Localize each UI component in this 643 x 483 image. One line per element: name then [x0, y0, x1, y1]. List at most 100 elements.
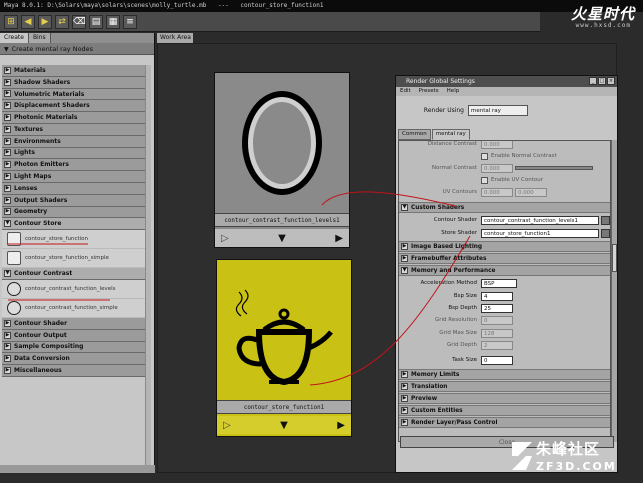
grid-depth-row: Grid Depth 2	[399, 339, 610, 351]
bsp-depth-field[interactable]: 25	[481, 303, 513, 313]
expand-down-icon[interactable]: ▼	[278, 233, 286, 244]
category-contour-shader[interactable]: ▶ Contour Shader	[2, 317, 150, 330]
map-button-icon[interactable]	[601, 215, 610, 225]
output-right-icon[interactable]: ▶	[335, 233, 343, 244]
enable-uv-contour-checkbox[interactable]	[481, 176, 488, 184]
store-shader-field[interactable]: contour_store_function1	[481, 228, 599, 238]
section-framebuffer-attributes[interactable]: ▶ Framebuffer Attributes	[399, 253, 610, 264]
section-custom-entities[interactable]: ▶ Custom Entities	[399, 405, 610, 416]
menu-presets[interactable]: Presets	[419, 87, 439, 96]
tab-common[interactable]: Common	[398, 129, 431, 140]
expand-down-icon[interactable]: ▼	[280, 420, 288, 431]
category-data-conversion[interactable]: ▶ Data Conversion	[2, 353, 150, 366]
tile-icon[interactable]: ▦	[106, 14, 120, 29]
menu-help[interactable]: Help	[447, 87, 460, 96]
category-environments[interactable]: ▶ Environments	[2, 135, 150, 148]
layout-icon[interactable]: ▤	[89, 14, 103, 29]
bsp-size-label: Bsp Size	[453, 293, 477, 299]
render-using-select[interactable]: mental ray	[468, 104, 528, 116]
category-miscellaneous[interactable]: ▶ Miscellaneous	[2, 365, 150, 377]
category-label: Sample Compositing	[14, 343, 84, 351]
tab-work-area[interactable]: Work Area	[157, 33, 193, 43]
category-output-shaders[interactable]: ▶ Output Shaders	[2, 194, 150, 207]
section-memory-limits[interactable]: ▶ Memory Limits	[399, 369, 610, 380]
category-label: Lenses	[14, 184, 38, 192]
tab-bins[interactable]: Bins	[28, 33, 51, 43]
category-contour-contrast[interactable]: ▼ Contour Contrast	[2, 268, 150, 280]
section-custom-shaders[interactable]: ▼ Custom Shaders	[399, 202, 610, 213]
uv-contours-u-field[interactable]: 0.000	[481, 187, 513, 197]
arrow-swap-icon[interactable]: ⇄	[55, 14, 69, 29]
category-contour-store[interactable]: ▼ Contour Store	[2, 218, 150, 231]
section-image-based-lighting[interactable]: ▶ Image Based Lighting	[399, 241, 610, 252]
category-lenses[interactable]: ▶ Lenses	[2, 182, 150, 195]
category-volumetric-materials[interactable]: ▶ Volumetric Materials	[2, 88, 150, 101]
play-icon[interactable]: ▷	[223, 420, 231, 431]
output-right-icon[interactable]: ▶	[337, 420, 345, 431]
enable-normal-contrast-checkbox[interactable]	[481, 152, 488, 160]
section-preview[interactable]: ▶ Preview	[399, 393, 610, 404]
arrow-right-icon[interactable]: ▶	[38, 14, 52, 29]
maximize-icon[interactable]: □	[598, 77, 606, 85]
normal-contrast-slider[interactable]	[515, 166, 593, 170]
expand-arrow-icon: ▶	[401, 371, 408, 378]
rgs-scrollbar[interactable]	[611, 140, 617, 442]
render-global-settings-window: Render Global Settings _ □ × Edit Preset…	[395, 75, 618, 473]
swatch-contour-store[interactable]: contour_store_function1 ▷ ▼ ▶	[216, 259, 352, 437]
section-memory-performance[interactable]: ▼ Memory and Performance	[399, 265, 610, 276]
contour-shader-field[interactable]: contour_contrast_function_levels1	[481, 215, 599, 225]
arrow-left-icon[interactable]: ◀	[21, 14, 35, 29]
category-lights[interactable]: ▶ Lights	[2, 147, 150, 160]
category-displacement-shaders[interactable]: ▶ Displacement Shaders	[2, 100, 150, 113]
normal-contrast-field[interactable]: 0.000	[481, 163, 513, 173]
graph-icon[interactable]: ⊞	[4, 14, 18, 29]
category-textures[interactable]: ▶ Textures	[2, 123, 150, 136]
sort-icon[interactable]: ≡	[123, 14, 137, 29]
bsp-depth-label: Bsp Depth	[448, 305, 477, 311]
node-contour-contrast-function-levels[interactable]: contour_contrast_function_levels	[2, 279, 150, 299]
node-contour-store-function[interactable]: contour_store_function	[2, 230, 150, 250]
tab-create[interactable]: Create	[0, 33, 29, 43]
grid-max-size-field[interactable]: 128	[481, 328, 513, 338]
category-shadow-shaders[interactable]: ▶ Shadow Shaders	[2, 76, 150, 89]
category-photon-emitters[interactable]: ▶ Photon Emitters	[2, 159, 150, 172]
tab-mental-ray[interactable]: mental ray	[431, 129, 470, 140]
category-label: Contour Output	[14, 331, 67, 339]
sphere-swatch-icon	[7, 300, 21, 315]
swatch-contour-contrast[interactable]: contour_contrast_function_levels1 ▷ ▼ ▶	[214, 72, 350, 248]
play-icon[interactable]: ▷	[221, 233, 229, 244]
category-light-maps[interactable]: ▶ Light Maps	[2, 171, 150, 183]
category-label: Textures	[14, 125, 43, 133]
bsp-size-field[interactable]: 4	[481, 291, 513, 301]
horizontal-scrollbar[interactable]	[0, 465, 155, 473]
grid-depth-field[interactable]: 2	[481, 340, 513, 350]
menu-edit[interactable]: Edit	[400, 87, 411, 96]
section-render-layer-pass[interactable]: ▶ Render Layer/Pass Control	[399, 417, 610, 428]
acceleration-method-row: Acceleration Method BSP	[399, 277, 610, 289]
distance-contrast-field[interactable]: 0.000	[481, 141, 513, 149]
node-contour-store-function-simple[interactable]: contour_store_function_simple	[2, 249, 150, 269]
task-size-field[interactable]: 0	[481, 355, 513, 365]
node-contour-contrast-function-simple[interactable]: contour_contrast_function_simple	[2, 298, 150, 318]
category-contour-output[interactable]: ▶ Contour Output	[2, 329, 150, 342]
acceleration-method-select[interactable]: BSP	[481, 278, 517, 288]
map-button-icon[interactable]	[601, 228, 610, 238]
create-nodes-header[interactable]: ▼ Create mental ray Nodes	[0, 43, 154, 55]
list-scrollbar[interactable]	[145, 65, 151, 465]
rgs-title-bar[interactable]: Render Global Settings _ □ ×	[396, 76, 617, 87]
enable-normal-contrast-row: Enable Normal Contrast	[399, 150, 610, 162]
close-icon[interactable]: ×	[607, 77, 615, 85]
category-photonic-materials[interactable]: ▶ Photonic Materials	[2, 112, 150, 124]
section-translation[interactable]: ▶ Translation	[399, 381, 610, 392]
contour-shader-row: Contour Shader contour_contrast_function…	[399, 214, 610, 226]
scroll-thumb[interactable]	[612, 244, 617, 272]
normal-contrast-label: Normal Contrast	[431, 165, 477, 171]
category-materials[interactable]: ▶ Materials	[2, 65, 150, 77]
category-sample-compositing[interactable]: ▶ Sample Compositing	[2, 341, 150, 354]
clear-icon[interactable]: ⌫	[72, 14, 86, 29]
minimize-icon[interactable]: _	[589, 77, 597, 85]
watermark-logo-bottom: 朱峰社区 ZF3D.COM	[508, 436, 638, 480]
uv-contours-v-field[interactable]: 0.000	[515, 187, 547, 197]
category-geometry[interactable]: ▶ Geometry	[2, 206, 150, 219]
grid-resolution-field[interactable]: 0	[481, 315, 513, 325]
